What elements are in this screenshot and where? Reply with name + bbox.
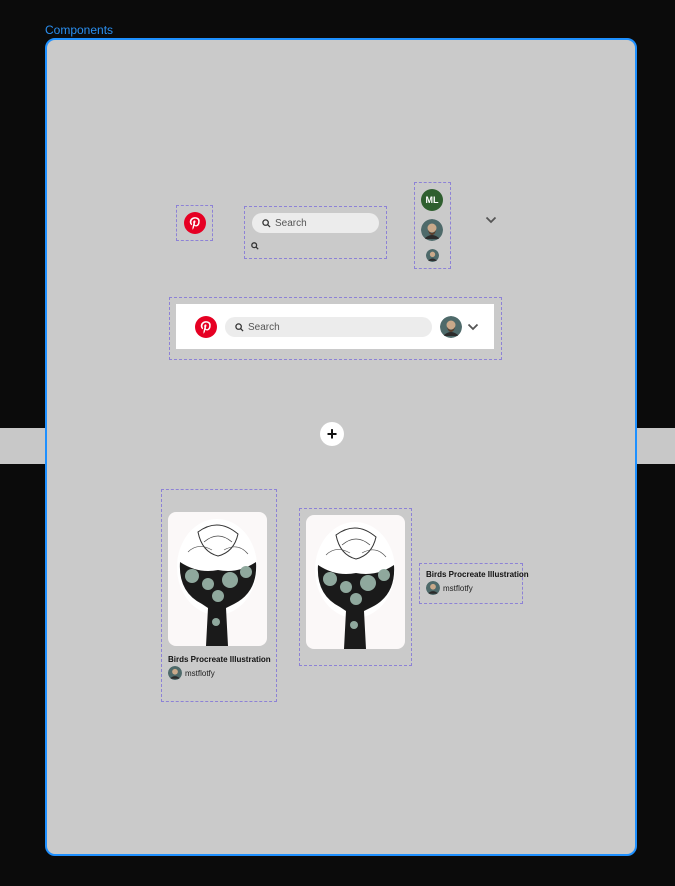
search-icon [262,218,271,228]
add-button[interactable]: + [320,422,344,446]
avatar-initials[interactable]: ML [421,189,443,211]
pin-title: Birds Procreate Illustration [168,655,271,664]
frame-title[interactable]: Components [45,23,113,37]
pin-image[interactable] [168,512,267,646]
avatar-small[interactable] [426,249,439,262]
chevron-down-icon[interactable] [467,323,479,331]
plus-icon: + [326,423,338,444]
pin-image[interactable] [306,515,405,649]
search-placeholder: Search [248,321,280,333]
pin-user-avatar[interactable] [426,581,440,595]
search-placeholder: Search [275,217,307,229]
chevron-down-icon[interactable] [485,216,497,224]
pin-username[interactable]: mstflotfy [185,669,215,678]
search-input[interactable]: Search [252,213,379,233]
header-avatar[interactable] [440,316,462,338]
search-icon [235,322,244,332]
pin-username[interactable]: mstflotfy [443,584,473,593]
pin-user-avatar[interactable] [168,666,182,680]
pinterest-logo-icon[interactable] [184,212,206,234]
pinterest-logo-icon[interactable] [195,316,217,338]
avatar[interactable] [421,219,443,241]
components-frame[interactable] [45,38,637,856]
header-search-input[interactable]: Search [225,317,432,337]
search-icon[interactable] [251,242,259,250]
pin-title: Birds Procreate Illustration [426,570,529,579]
